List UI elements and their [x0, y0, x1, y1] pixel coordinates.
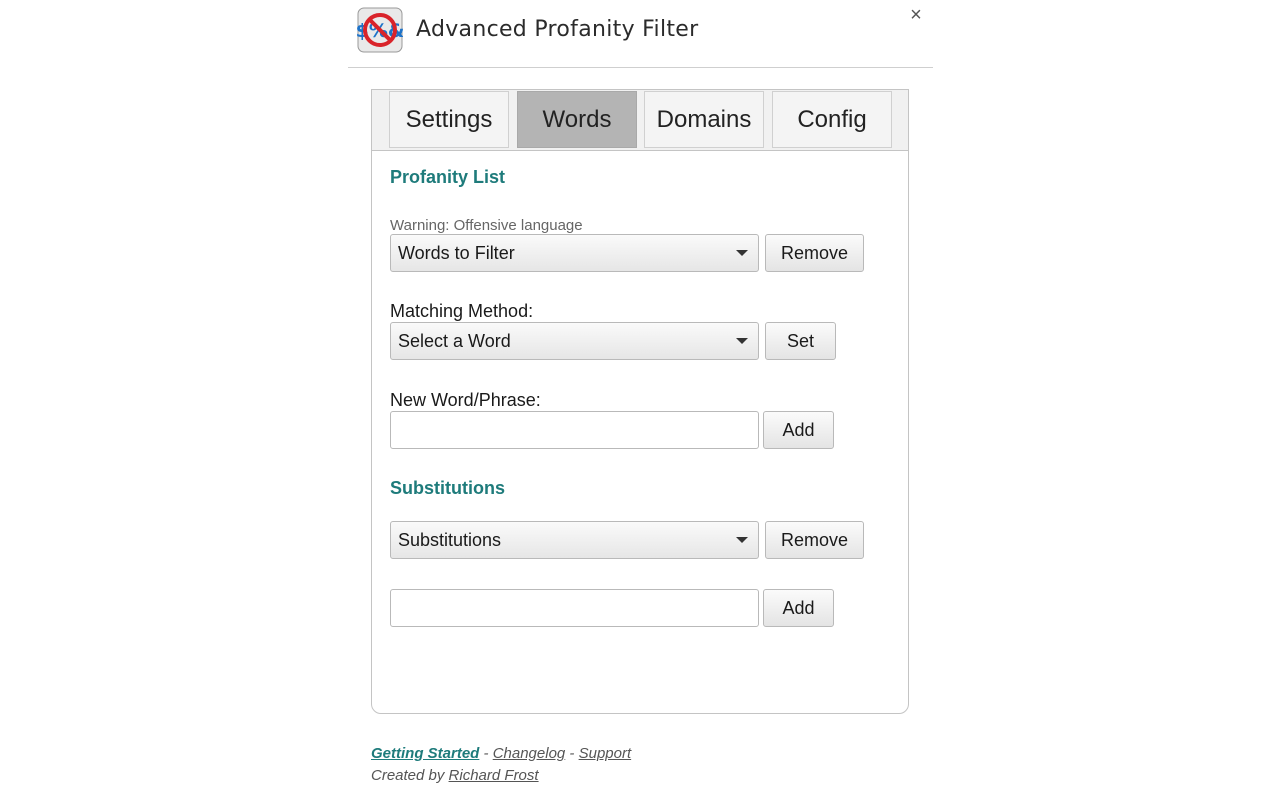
remove-word-button[interactable]: Remove	[765, 234, 864, 272]
footer-links: Getting Started - Changelog - Support	[371, 743, 631, 765]
add-word-button[interactable]: Add	[763, 411, 834, 449]
app-title: Advanced Profanity Filter	[416, 17, 699, 42]
new-word-input[interactable]	[390, 411, 759, 449]
add-substitution-button[interactable]: Add	[763, 589, 834, 627]
footer: Getting Started - Changelog - Support Cr…	[371, 743, 631, 787]
matching-method-select[interactable]: Select a Word	[390, 322, 759, 360]
tab-domains[interactable]: Domains	[644, 91, 764, 148]
matching-select-value: Select a Word	[398, 331, 511, 351]
set-matching-button[interactable]: Set	[765, 322, 836, 360]
tab-bar: Settings Words Domains Config	[372, 90, 908, 151]
created-by-text: Created by	[371, 767, 449, 784]
dropdown-arrow-icon	[736, 537, 748, 543]
substitutions-title: Substitutions	[390, 478, 505, 498]
matching-method-label: Matching Method:	[390, 301, 534, 321]
words-select-value: Words to Filter	[398, 243, 515, 263]
substitutions-select[interactable]: Substitutions	[390, 521, 759, 559]
offensive-warning: Warning: Offensive language	[390, 217, 583, 234]
dropdown-arrow-icon	[736, 338, 748, 344]
app-header: $%& Advanced Profanity Filter ×	[348, 0, 933, 68]
footer-credit: Created by Richard Frost	[371, 765, 631, 787]
words-to-filter-select[interactable]: Words to Filter	[390, 234, 759, 272]
changelog-link[interactable]: Changelog	[493, 745, 566, 762]
options-panel: Settings Words Domains Config Profanity …	[371, 89, 909, 714]
tab-words[interactable]: Words	[517, 91, 637, 148]
tab-config[interactable]: Config	[772, 91, 892, 148]
footer-separator: -	[479, 745, 493, 762]
support-link[interactable]: Support	[579, 745, 632, 762]
new-word-label: New Word/Phrase:	[390, 390, 541, 410]
tab-settings[interactable]: Settings	[389, 91, 509, 148]
getting-started-link[interactable]: Getting Started	[371, 745, 479, 762]
substitution-input[interactable]	[390, 589, 759, 627]
close-icon[interactable]: ×	[905, 4, 927, 26]
author-link[interactable]: Richard Frost	[449, 767, 539, 784]
profanity-list-title: Profanity List	[390, 167, 506, 187]
profanity-filter-logo-icon: $%&	[357, 7, 403, 53]
footer-separator: -	[565, 745, 579, 762]
substitutions-select-value: Substitutions	[398, 530, 502, 550]
dropdown-arrow-icon	[736, 250, 748, 256]
remove-substitution-button[interactable]: Remove	[765, 521, 864, 559]
